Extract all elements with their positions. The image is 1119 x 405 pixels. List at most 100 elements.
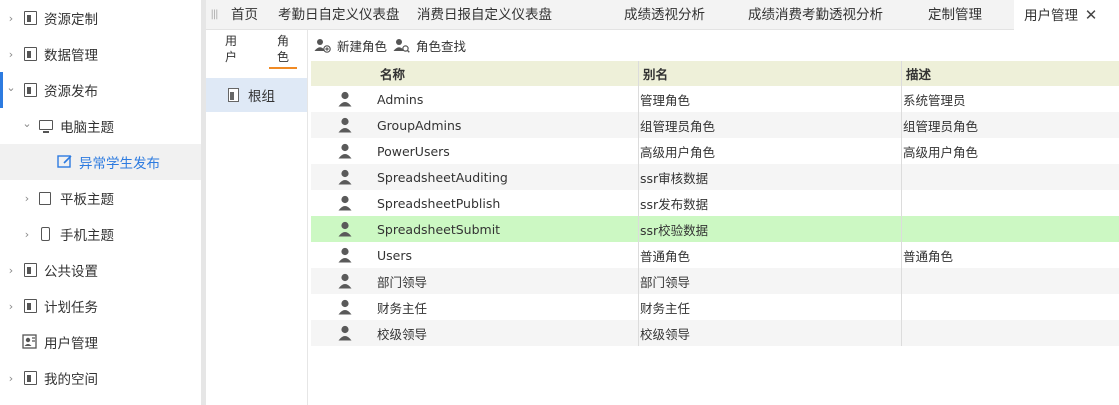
cell-alias: 部门领导	[640, 274, 691, 290]
column-divider	[638, 190, 639, 216]
cell-name: GroupAdmins	[377, 117, 462, 133]
table-row[interactable]: GroupAdmins 组管理员角色 组管理员角色	[311, 112, 1119, 138]
close-icon[interactable]: ✕	[1084, 0, 1098, 30]
column-divider	[638, 164, 639, 190]
column-divider	[901, 164, 902, 190]
tab-score-pivot[interactable]: 成绩透视分析	[624, 0, 705, 30]
tab-roles[interactable]: 角 色	[268, 33, 298, 65]
tab-attendance-dashboard[interactable]: 考勤日自定义仪表盘	[278, 0, 400, 30]
column-divider	[638, 268, 639, 294]
column-divider	[901, 242, 902, 268]
cell-description: 普通角色	[903, 248, 954, 264]
table-row[interactable]: 校级领导 校级领导	[311, 320, 1119, 346]
nav-item-label: 计划任务	[44, 300, 98, 316]
table-row[interactable]: Users 普通角色 普通角色	[311, 242, 1119, 268]
nav-item-label: 资源定制	[44, 12, 98, 28]
table-row[interactable]: 部门领导 部门领导	[311, 268, 1119, 294]
nav-item-my-space[interactable]: › 我的空间	[0, 360, 201, 396]
user-icon	[338, 143, 352, 159]
tab-custom-management[interactable]: 定制管理	[928, 0, 982, 30]
user-icon	[338, 221, 352, 237]
active-tab-underline	[269, 67, 297, 69]
table-row[interactable]: PowerUsers 高级用户角色 高级用户角色	[311, 138, 1119, 164]
column-divider	[901, 268, 902, 294]
column-divider[interactable]	[638, 61, 639, 86]
nav-item-label: 我的空间	[44, 372, 98, 388]
nav-item-resource-publish[interactable]: ⌄ 资源发布	[0, 72, 201, 108]
nav-item-data-management[interactable]: › 数据管理	[0, 36, 201, 72]
app-root: › 资源定制 › 数据管理 ⌄ 资源发布 ⌄ 电脑主题 异常学生发布 › 平板主…	[0, 0, 1119, 405]
cell-name: Admins	[377, 91, 424, 107]
user-icon	[338, 325, 352, 341]
user-icon	[338, 247, 352, 263]
nav-item-resource-custom[interactable]: › 资源定制	[0, 0, 201, 36]
grid-header: 名称 别名 描述	[311, 61, 1119, 86]
tree-node-label: 根组	[248, 89, 275, 105]
cell-name: 部门领导	[377, 274, 428, 290]
column-divider	[901, 294, 902, 320]
column-header-description[interactable]: 描述	[906, 61, 931, 86]
tree-node-root-group[interactable]: 根组	[206, 78, 307, 112]
nav-item-label: 电脑主题	[60, 120, 114, 136]
cell-alias: 财务主任	[640, 300, 691, 316]
cell-name: 校级领导	[377, 326, 428, 342]
nav-item-user-management[interactable]: 用户管理	[0, 324, 201, 360]
chevron-down-icon: ⌄	[22, 117, 32, 130]
cell-description: 组管理员角色	[903, 118, 979, 134]
table-row[interactable]: Admins 管理角色 系统管理员	[311, 86, 1119, 112]
nav-item-mobile-theme[interactable]: › 手机主题	[0, 216, 201, 252]
cell-name: SpreadsheetPublish	[377, 195, 501, 211]
column-header-name[interactable]: 名称	[380, 61, 405, 86]
find-role-button[interactable]: 角色查找	[393, 30, 466, 60]
tablet-icon	[39, 192, 51, 205]
cell-alias: ssr审核数据	[640, 170, 709, 186]
column-divider[interactable]	[901, 61, 902, 86]
column-divider	[901, 138, 902, 164]
cell-name: Users	[377, 247, 413, 263]
tab-consumption-dashboard[interactable]: 消费日报自定义仪表盘	[417, 0, 552, 30]
nav-item-tablet-theme[interactable]: › 平板主题	[0, 180, 201, 216]
nav-item-scheduled-tasks[interactable]: › 计划任务	[0, 288, 201, 324]
new-role-button[interactable]: 新建角色	[314, 30, 387, 60]
column-divider	[638, 138, 639, 164]
user-icon	[338, 91, 352, 107]
tab-home[interactable]: 首页	[231, 0, 258, 30]
cell-alias: 管理角色	[640, 92, 691, 108]
column-header-alias[interactable]: 别名	[643, 61, 668, 86]
table-row[interactable]: SpreadsheetSubmit ssr校验数据	[311, 216, 1119, 242]
find-role-label: 角色查找	[416, 38, 467, 54]
cell-name: 财务主任	[377, 300, 428, 316]
left-navigation: › 资源定制 › 数据管理 ⌄ 资源发布 ⌄ 电脑主题 异常学生发布 › 平板主…	[0, 0, 201, 405]
table-row[interactable]: SpreadsheetAuditing ssr审核数据	[311, 164, 1119, 190]
user-icon	[338, 169, 352, 185]
table-row[interactable]: SpreadsheetPublish ssr发布数据	[311, 190, 1119, 216]
user-icon	[338, 299, 352, 315]
new-role-label: 新建角色	[337, 38, 388, 54]
calendar-icon	[24, 299, 37, 313]
tab-score-consumption-attendance-pivot[interactable]: 成绩消费考勤透视分析	[748, 0, 883, 30]
chevron-down-icon: ⌄	[6, 81, 16, 94]
column-divider	[638, 112, 639, 138]
column-divider	[638, 320, 639, 346]
monitor-icon	[39, 120, 53, 130]
tab-users[interactable]: 用 户	[216, 33, 246, 65]
cell-name: SpreadsheetSubmit	[377, 221, 501, 237]
tab-user-management[interactable]: 用户管理 ✕	[1014, 0, 1119, 30]
column-divider	[901, 112, 902, 138]
tab-bar: ||| 首页 考勤日自定义仪表盘 消费日报自定义仪表盘 成绩透视分析 成绩消费考…	[206, 0, 1119, 30]
column-divider	[901, 86, 902, 112]
nav-item-abnormal-student-publish[interactable]: 异常学生发布	[0, 144, 201, 180]
document-icon	[24, 11, 37, 25]
nav-item-pc-theme[interactable]: ⌄ 电脑主题	[0, 108, 201, 144]
cell-alias: ssr校验数据	[640, 222, 709, 238]
cell-alias: 高级用户角色	[640, 144, 716, 160]
tab-bar-handle-icon[interactable]: |||	[206, 0, 222, 30]
role-toolbar: 新建角色 角色查找	[309, 30, 1119, 60]
table-row[interactable]: 财务主任 财务主任	[311, 294, 1119, 320]
chevron-right-icon: ›	[8, 11, 14, 25]
nav-item-label: 资源发布	[44, 84, 98, 100]
add-user-icon	[314, 38, 331, 53]
nav-item-label: 数据管理	[44, 48, 98, 64]
nav-item-public-settings[interactable]: › 公共设置	[0, 252, 201, 288]
cell-alias: 组管理员角色	[640, 118, 716, 134]
